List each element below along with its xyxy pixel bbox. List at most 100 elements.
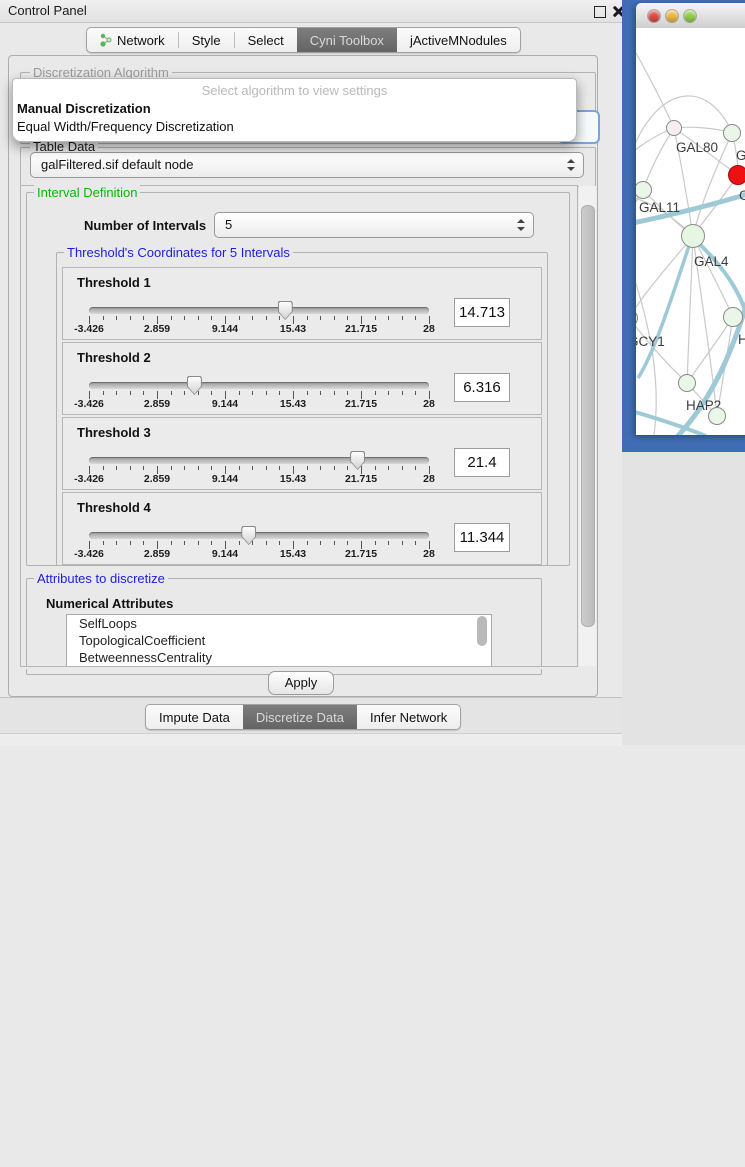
tick-mark <box>171 391 172 395</box>
attribute-item[interactable]: SelfLoops <box>67 615 491 632</box>
tab-discretize-data[interactable]: Discretize Data <box>243 705 357 729</box>
tick-mark <box>347 541 348 545</box>
threshold-value-field[interactable]: 21.4 <box>454 448 510 477</box>
tick-mark <box>184 541 185 545</box>
tick-mark <box>211 391 212 395</box>
tick-mark <box>130 466 131 470</box>
tick-mark <box>279 391 280 395</box>
tab-network[interactable]: Network <box>87 28 178 52</box>
tick-mark <box>266 391 267 395</box>
tick-mark <box>307 316 308 320</box>
tick-label: 28 <box>399 398 459 410</box>
network-node-gal80[interactable] <box>666 120 682 136</box>
tick-mark <box>116 466 117 470</box>
close-traffic-light[interactable] <box>648 10 660 22</box>
network-canvas[interactable]: GAL80GACGAL11GAL4GCY1HHAP2 <box>636 28 745 435</box>
tick-mark <box>307 541 308 545</box>
tick-label: 15.43 <box>263 548 323 560</box>
dropdown-option-equal-width[interactable]: Equal Width/Frequency Discretization <box>17 119 234 134</box>
network-node-c[interactable] <box>728 165 745 185</box>
zoom-traffic-light[interactable] <box>684 10 696 22</box>
number-of-intervals-combobox[interactable]: 5 <box>214 212 534 238</box>
attribute-item[interactable]: TopologicalCoefficient <box>67 632 491 649</box>
main-scrollbar-thumb[interactable] <box>581 205 595 627</box>
tab-impute-data[interactable]: Impute Data <box>146 705 243 729</box>
tick-mark <box>239 391 240 395</box>
combo-spinner-icon <box>567 159 574 171</box>
tick-label: 28 <box>399 548 459 560</box>
tick-label: -3.426 <box>59 398 119 410</box>
threshold-slider-track[interactable] <box>89 382 429 389</box>
network-node[interactable] <box>708 407 726 425</box>
tick-mark <box>211 541 212 545</box>
threshold-label: Threshold 1 <box>77 275 151 290</box>
tick-label: 9.144 <box>195 548 255 560</box>
network-node-gal4[interactable] <box>681 224 705 248</box>
tick-mark <box>375 541 376 545</box>
control-panel-titlebar: Control Panel <box>0 0 622 23</box>
tick-mark <box>198 466 199 470</box>
tab-cyni-toolbox[interactable]: Cyni Toolbox <box>297 28 397 52</box>
network-node-label: GCY1 <box>636 334 665 349</box>
tick-mark <box>388 316 389 320</box>
tick-label: -3.426 <box>59 473 119 485</box>
tab-infer-network[interactable]: Infer Network <box>357 705 460 729</box>
tick-mark <box>320 541 321 545</box>
tab-select[interactable]: Select <box>235 28 297 52</box>
attribute-item[interactable]: BetweennessCentrality <box>67 649 491 666</box>
table-panel-section: Table Panel ✓ ✓ shared... n YDL19...YDL1… <box>622 452 745 745</box>
table-data-combobox[interactable]: galFiltered.sif default node <box>30 152 584 178</box>
threshold-value-field[interactable]: 6.316 <box>454 373 510 402</box>
tick-mark <box>266 316 267 320</box>
float-window-icon[interactable] <box>594 6 606 18</box>
tick-mark <box>347 391 348 395</box>
tick-mark <box>143 316 144 320</box>
threshold-value-field[interactable]: 14.713 <box>454 298 510 327</box>
tick-label: 2.859 <box>127 473 187 485</box>
minimize-traffic-light[interactable] <box>666 10 678 22</box>
tick-label: 21.715 <box>331 548 391 560</box>
attributes-list-scrollbar[interactable] <box>477 616 487 646</box>
network-window-titlebar[interactable] <box>636 3 745 29</box>
tick-mark <box>184 316 185 320</box>
tick-mark <box>307 466 308 470</box>
algorithm-dropdown-popup: Select algorithm to view settings Manual… <box>12 78 577 142</box>
network-node-hap2[interactable] <box>678 374 696 392</box>
threshold-label: Threshold 4 <box>77 500 151 515</box>
tick-mark <box>320 316 321 320</box>
interval-definition-title: Interval Definition <box>34 185 140 200</box>
tick-mark <box>334 541 335 545</box>
network-node-label: C <box>739 188 745 203</box>
threshold-slider-track[interactable] <box>89 457 429 464</box>
control-panel-title: Control Panel <box>8 0 87 22</box>
threshold-slider-track[interactable] <box>89 532 429 539</box>
tick-mark <box>143 541 144 545</box>
threshold-slider-track[interactable] <box>89 307 429 314</box>
tick-mark <box>279 541 280 545</box>
tick-mark <box>130 541 131 545</box>
tick-mark <box>239 316 240 320</box>
tick-mark <box>334 316 335 320</box>
tick-mark <box>171 316 172 320</box>
tab-style[interactable]: Style <box>179 28 234 52</box>
number-of-intervals-value: 5 <box>225 217 232 232</box>
tick-mark <box>198 391 199 395</box>
dropdown-option-manual[interactable]: Manual Discretization <box>17 101 151 116</box>
apply-button[interactable]: Apply <box>268 671 334 695</box>
numerical-attributes-label: Numerical Attributes <box>46 596 173 611</box>
tick-label: 15.43 <box>263 323 323 335</box>
network-node-label: H <box>738 332 745 347</box>
tick-mark <box>252 391 253 395</box>
tick-mark <box>130 316 131 320</box>
tab-jactivemnodules[interactable]: jActiveMNodules <box>397 28 520 52</box>
tick-mark <box>388 466 389 470</box>
network-node-ga[interactable] <box>723 124 741 142</box>
network-icon <box>100 33 112 47</box>
tick-label: 28 <box>399 323 459 335</box>
network-node-h[interactable] <box>723 307 743 327</box>
numerical-attributes-list[interactable]: SelfLoopsTopologicalCoefficientBetweenne… <box>66 614 492 669</box>
tick-mark <box>266 466 267 470</box>
tick-mark <box>252 316 253 320</box>
threshold-value-field[interactable]: 11.344 <box>454 523 510 552</box>
tick-mark <box>103 466 104 470</box>
